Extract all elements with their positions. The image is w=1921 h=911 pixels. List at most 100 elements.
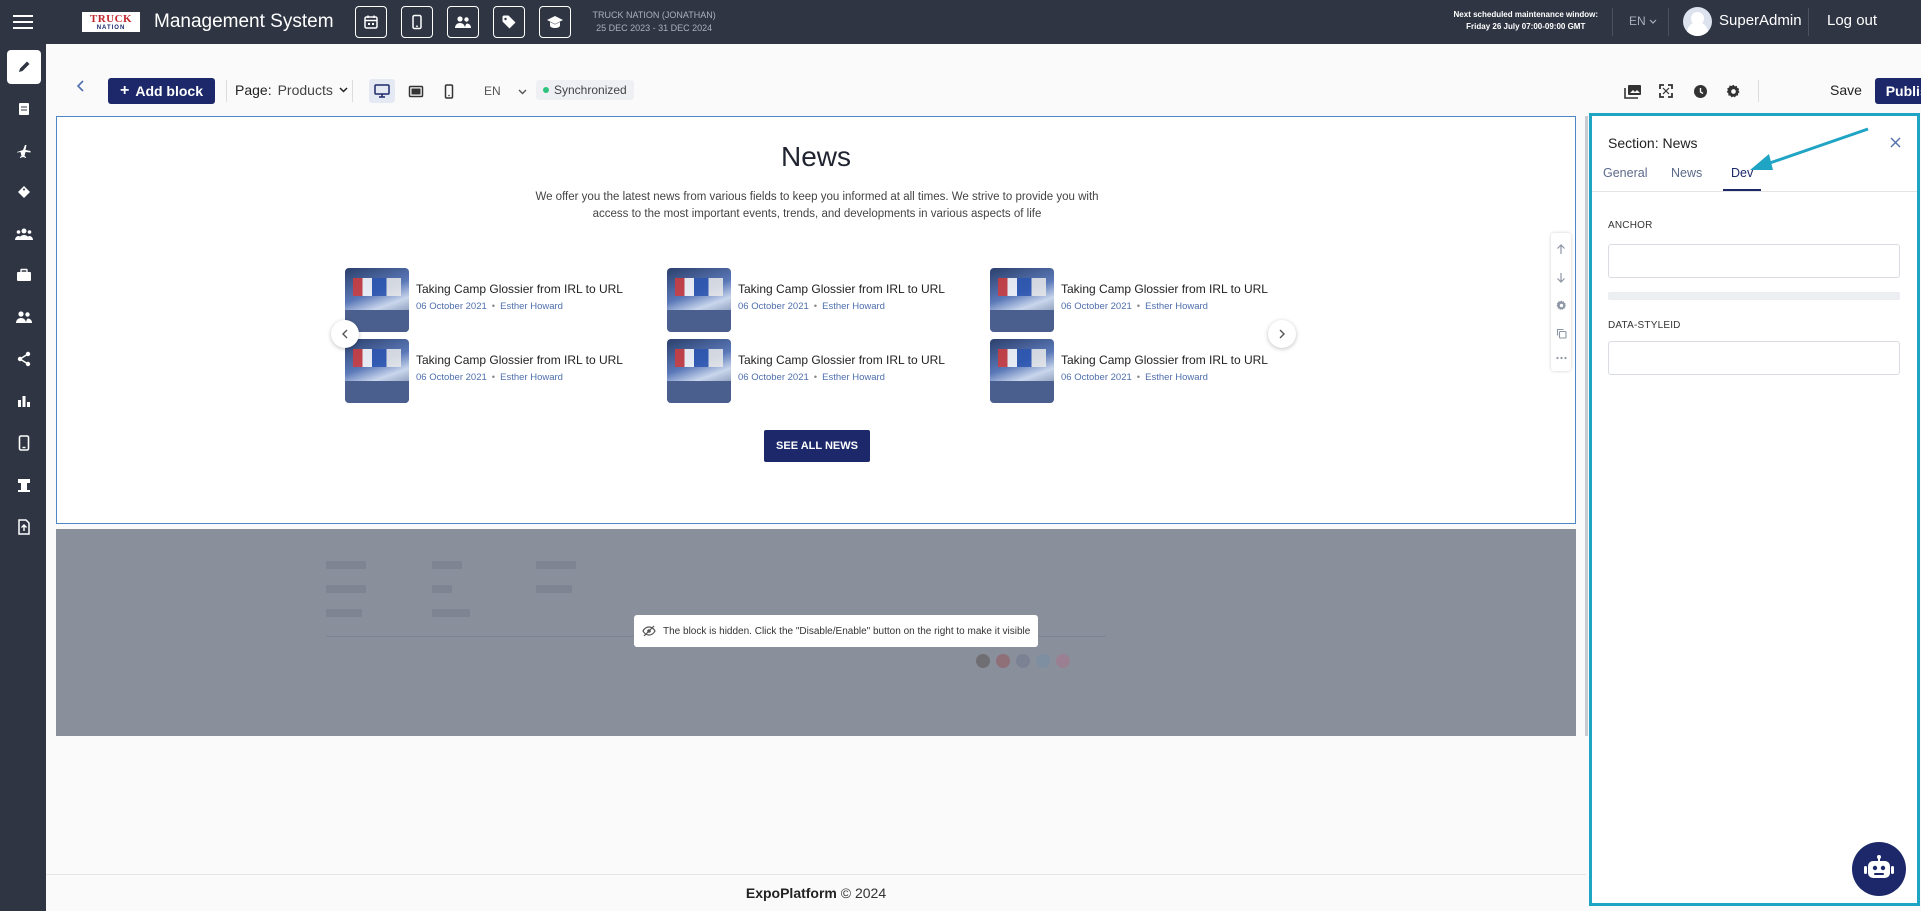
news-card[interactable]: Taking Camp Glossier from IRL to URL 06 … [990,268,1280,332]
fullscreen-icon[interactable] [1656,81,1676,101]
document-icon[interactable] [7,92,41,126]
footer-copyright: © 2024 [840,885,887,901]
chevron-right-icon [1279,329,1285,339]
footer-brand: ExpoPlatform [745,885,837,901]
tab-general[interactable]: General [1603,166,1647,189]
maintenance-title: Next scheduled maintenance window: [1453,10,1598,19]
media-library-icon[interactable] [1623,81,1643,101]
share-icon[interactable] [7,342,41,376]
logo-text: TRUCK [89,12,133,25]
news-date: 06 October 2021 [738,372,809,383]
page-select[interactable]: Page: Products [235,82,348,98]
stand-icon[interactable] [7,468,41,502]
news-section[interactable]: News We offer you the latest news from v… [56,116,1576,524]
chatbot-button[interactable] [1852,842,1906,896]
page-canvas: News We offer you the latest news from v… [46,116,1585,876]
page-label: Page: [235,82,272,98]
copy-icon[interactable] [1556,328,1567,339]
tablet-view-icon[interactable] [403,79,429,103]
news-card[interactable]: Taking Camp Glossier from IRL to URL 06 … [990,339,1280,403]
logo[interactable]: TRUCK NATION [82,12,140,32]
add-block-button[interactable]: + Add block [108,78,215,104]
news-headline: Taking Camp Glossier from IRL to URL [416,282,623,296]
back-chevron-icon[interactable] [76,79,86,97]
chevron-left-icon [342,329,348,339]
save-button[interactable]: Save [1830,82,1862,98]
publish-button[interactable]: Publish [1875,78,1921,104]
annotation-arrow-icon [1750,127,1869,170]
canvas-scrollbar[interactable] [1585,116,1588,736]
plus-icon: + [119,82,130,99]
social-icon [976,654,990,668]
content-language-label: EN [484,84,501,98]
news-author: Esther Howard [1145,372,1208,383]
event-dates: 25 DEC 2023 - 31 DEC 2024 [596,23,713,33]
mobile-icon[interactable] [7,426,41,460]
block-tools [1551,233,1571,371]
pencil-icon[interactable] [7,50,41,84]
hidden-footer-block[interactable]: The block is hidden. Click the "Disable/… [56,529,1576,736]
news-card[interactable]: Taking Camp Glossier from IRL to URL 06 … [667,339,957,403]
news-date: 06 October 2021 [416,372,487,383]
logout-button[interactable]: Log out [1827,12,1877,29]
event-name: TRUCK NATION (JONATHAN) [592,10,716,20]
briefcase-icon[interactable] [7,258,41,292]
maintenance-time: Friday 26 July 07:00-09:00 GMT [1466,22,1586,31]
news-meta: 06 October 2021 • Esther Howard [1061,301,1208,312]
settings-gear-icon[interactable] [1723,81,1743,101]
news-author: Esther Howard [822,301,885,312]
news-meta: 06 October 2021 • Esther Howard [1061,372,1208,383]
news-card[interactable]: Taking Camp Glossier from IRL to URL 06 … [345,268,635,332]
close-icon[interactable] [1890,135,1901,153]
anchor-input[interactable] [1608,244,1900,278]
divider [352,80,353,102]
mobile-view-icon[interactable] [436,79,462,103]
divider [1758,80,1759,102]
carousel-prev-button[interactable] [331,320,359,348]
panel-title: Section: News [1608,135,1698,151]
hidden-block-message: The block is hidden. Click the "Disable/… [663,625,1031,637]
calendar-icon[interactable] [354,6,387,38]
block-settings-icon[interactable] [1556,300,1567,311]
people-icon[interactable] [446,6,479,38]
menu-icon[interactable] [0,0,46,44]
move-down-icon[interactable] [1556,272,1566,284]
file-export-icon[interactable] [7,510,41,544]
move-up-icon[interactable] [1556,244,1566,255]
news-author: Esther Howard [822,372,885,383]
tag-icon[interactable] [492,6,525,38]
chevron-down-icon [339,87,348,93]
anchor-label: ANCHOR [1608,220,1653,231]
history-clock-icon[interactable] [1690,81,1710,101]
plane-icon[interactable] [7,134,41,168]
logo-subtext: NATION [96,24,126,31]
sync-status-badge: Synchronized [536,80,634,100]
news-headline: Taking Camp Glossier from IRL to URL [1061,282,1268,296]
content-language-select[interactable]: EN [484,84,527,98]
news-author: Esther Howard [500,301,563,312]
divider [1612,8,1613,36]
news-headline: Taking Camp Glossier from IRL to URL [738,353,945,367]
placeholder [326,585,366,593]
news-meta: 06 October 2021 • Esther Howard [738,372,885,383]
see-all-news-button[interactable]: SEE ALL NEWS [764,430,870,462]
graduation-cap-icon[interactable] [538,6,571,38]
news-card[interactable]: Taking Camp Glossier from IRL to URL 06 … [345,339,635,403]
language-label: EN [1629,14,1646,28]
desktop-view-icon[interactable] [369,79,395,103]
news-card[interactable]: Taking Camp Glossier from IRL to URL 06 … [667,268,957,332]
users-icon[interactable] [7,300,41,334]
carousel-next-button[interactable] [1268,320,1296,348]
mobile-icon[interactable] [400,6,433,38]
language-select[interactable]: EN [1629,14,1657,28]
tag-icon[interactable] [7,175,41,209]
group-icon[interactable] [7,217,41,251]
news-thumbnail [667,339,731,403]
data-styleid-input[interactable] [1608,341,1900,375]
tab-news[interactable]: News [1671,166,1702,189]
bar-chart-icon[interactable] [7,384,41,418]
eye-off-icon [642,625,656,637]
user-name[interactable]: SuperAdmin [1719,12,1802,29]
avatar[interactable] [1683,7,1712,36]
more-options-icon[interactable] [1555,356,1567,360]
